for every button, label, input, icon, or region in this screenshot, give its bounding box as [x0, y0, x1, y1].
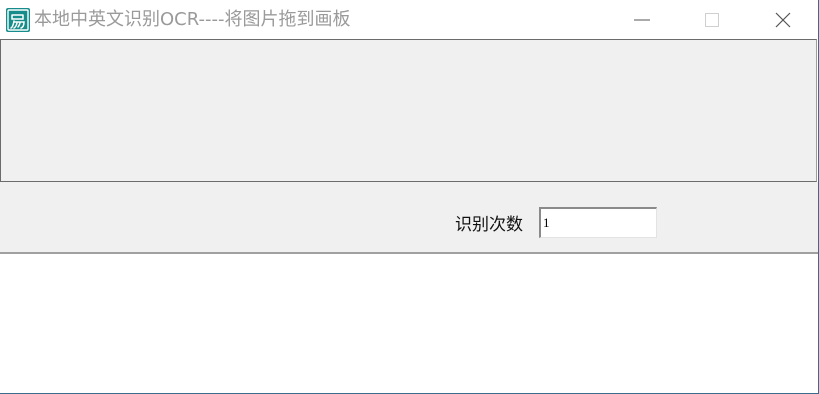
minimize-button[interactable] — [607, 0, 677, 39]
image-drop-canvas[interactable] — [0, 39, 817, 182]
recognition-count-label: 识别次数 — [455, 215, 523, 235]
recognition-count-input[interactable]: 1 — [539, 207, 657, 238]
title-bar[interactable]: 本地中英文识别OCR----将图片拖到画板 — [0, 0, 818, 39]
close-icon — [775, 12, 791, 28]
window-title: 本地中英文识别OCR----将图片拖到画板 — [34, 9, 351, 30]
app-window: 本地中英文识别OCR----将图片拖到画板 识别次数 1 — [0, 0, 819, 394]
app-logo-icon — [6, 8, 30, 32]
close-button[interactable] — [748, 0, 818, 39]
control-strip — [0, 182, 818, 254]
maximize-icon — [705, 13, 719, 27]
ocr-result-textarea[interactable] — [0, 254, 818, 393]
maximize-button[interactable] — [677, 0, 747, 39]
minimize-icon — [634, 19, 650, 21]
